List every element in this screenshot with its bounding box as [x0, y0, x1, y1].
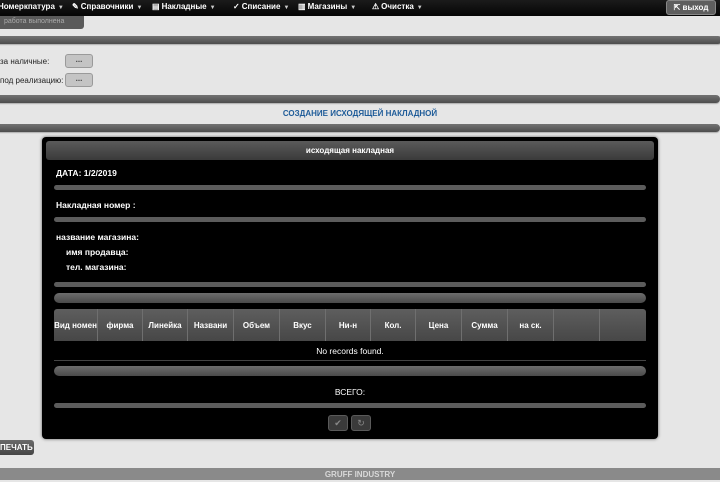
- cash-label: за наличные:: [0, 57, 50, 66]
- refresh-icon: ↻: [357, 418, 365, 428]
- chevron-down-icon: ▼: [283, 5, 290, 11]
- col-header-qty[interactable]: Кол.: [371, 309, 416, 341]
- seller-name-label: имя продавца:: [66, 247, 129, 257]
- divider-bar: [54, 403, 646, 408]
- col-header-extra[interactable]: [554, 309, 600, 341]
- divider-bar: [0, 36, 720, 44]
- col-header-flavor[interactable]: Вкус: [280, 309, 326, 341]
- total-label: ВСЕГО:: [334, 387, 366, 397]
- document-icon: ▤: [152, 2, 160, 11]
- store-name-label: название магазина:: [56, 232, 139, 242]
- menu-writeoff[interactable]: ✓ Списание ▼: [233, 0, 289, 16]
- chevron-down-icon: ▼: [136, 5, 143, 11]
- top-menu-bar: Номеркпатура ▼ ✎ Справочники ▼ ▤ Накладные ▼ …: [0, 0, 720, 16]
- col-header-brand[interactable]: фирма: [98, 309, 143, 341]
- warning-icon: ⚠: [372, 2, 380, 11]
- invoice-date: ДАТА: 1/2/2019: [56, 168, 117, 178]
- faded-tab: работа выполнена: [0, 16, 84, 29]
- cash-select-button[interactable]: ...: [65, 54, 93, 68]
- menu-cleanup-label: Очистка: [381, 2, 414, 11]
- exit-label: выход: [682, 3, 709, 12]
- refresh-button[interactable]: ↻: [351, 415, 371, 431]
- divider-bar: [0, 124, 720, 132]
- divider-bar: [54, 217, 646, 222]
- invoice-panel: исходящая накладная ДАТА: 1/2/2019 Накла…: [42, 137, 658, 439]
- col-header-nicotine[interactable]: Ни-н: [326, 309, 371, 341]
- col-header-name[interactable]: Названи: [188, 309, 234, 341]
- grid-toolbar: [54, 293, 646, 303]
- grid-footer-bar: [54, 366, 646, 376]
- menu-invoices[interactable]: ▤ Накладные ▼: [152, 0, 216, 16]
- divider-bar: [54, 282, 646, 287]
- empty-message: No records found.: [54, 342, 646, 361]
- col-header-line[interactable]: Линейка: [143, 309, 188, 341]
- menu-nomenclature[interactable]: Номеркпатура ▼: [0, 0, 64, 16]
- print-button[interactable]: ПЕЧАТЬ: [0, 440, 34, 455]
- check-icon: ✓: [233, 2, 240, 11]
- items-table: Вид номен фирма Линейка Названи Объем Вк…: [54, 309, 646, 361]
- menu-cleanup[interactable]: ⚠ Очистка ▼: [372, 0, 423, 16]
- chevron-down-icon: ▼: [350, 5, 357, 11]
- check-icon: ✔: [334, 418, 342, 428]
- menu-directories[interactable]: ✎ Справочники ▼: [72, 0, 142, 16]
- divider-bar: [54, 185, 646, 190]
- menu-invoices-label: Накладные: [161, 2, 207, 11]
- col-header-type[interactable]: Вид номен: [54, 309, 98, 341]
- col-header-price[interactable]: Цена: [416, 309, 462, 341]
- divider-bar: [0, 95, 720, 103]
- menu-directories-label: Справочники: [80, 2, 134, 11]
- chevron-down-icon: ▼: [416, 5, 423, 11]
- menu-stores[interactable]: ▥ Магазины ▼: [298, 0, 356, 16]
- menu-nomenclature-label: Номеркпатура: [0, 2, 55, 11]
- chevron-down-icon: ▼: [57, 5, 64, 11]
- col-header-volume[interactable]: Объем: [234, 309, 280, 341]
- col-header-sum[interactable]: Сумма: [462, 309, 508, 341]
- section-title: СОЗДАНИЕ ИСХОДЯЩЕЙ НАКЛАДНОЙ: [282, 109, 438, 118]
- exit-icon: ⇱: [673, 3, 681, 12]
- footer: GRUFF INDUSTRY: [0, 468, 720, 480]
- consignment-label: под реализацию:: [0, 76, 64, 85]
- consignment-select-button[interactable]: ...: [65, 73, 93, 87]
- store-icon: ▥: [298, 2, 306, 11]
- chevron-down-icon: ▼: [209, 5, 216, 11]
- store-phone-label: тел. магазина:: [66, 262, 127, 272]
- menu-writeoff-label: Списание: [241, 2, 281, 11]
- panel-header: исходящая накладная: [46, 141, 654, 160]
- menu-stores-label: Магазины: [307, 2, 348, 11]
- pencil-icon: ✎: [72, 2, 79, 11]
- exit-button[interactable]: ⇱ выход: [666, 0, 716, 15]
- confirm-button[interactable]: ✔: [328, 415, 348, 431]
- col-header-stock[interactable]: на ск.: [508, 309, 554, 341]
- invoice-number-label: Накладная номер :: [56, 200, 136, 210]
- table-header: Вид номен фирма Линейка Названи Объем Вк…: [54, 309, 646, 341]
